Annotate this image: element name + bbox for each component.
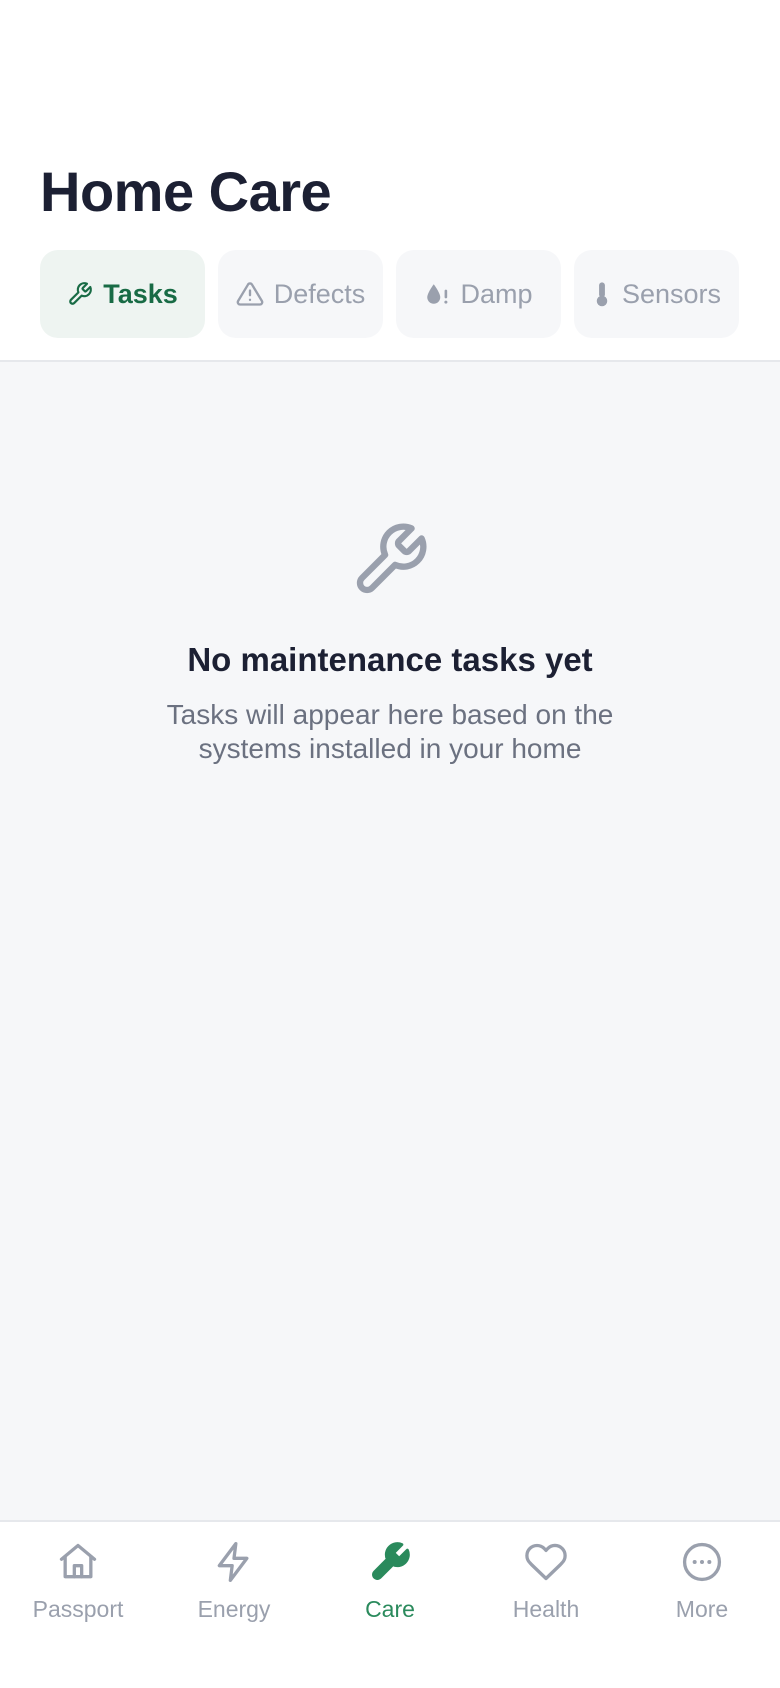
page-title: Home Care <box>40 160 332 223</box>
tab-damp[interactable]: Damp <box>396 250 561 338</box>
wrench-icon <box>67 281 93 307</box>
tab-label: Defects <box>273 278 366 309</box>
nav-item-energy[interactable]: Energy <box>156 1522 312 1688</box>
nav-label: Energy <box>197 1596 271 1622</box>
empty-state-title: No maintenance tasks yet <box>187 641 593 678</box>
empty-state-description: Tasks will appear here based on the syst… <box>166 699 614 764</box>
bottom-nav: Passport Energy Care Health More <box>0 1520 780 1688</box>
thermometer-icon <box>592 280 612 308</box>
heart-icon <box>524 1540 568 1584</box>
tab-bar: Tasks Defects Damp Sensors <box>40 250 739 338</box>
nav-label: More <box>675 1596 729 1622</box>
water-drop-icon <box>424 281 450 307</box>
empty-state: No maintenance tasks yet Tasks will appe… <box>0 520 780 766</box>
tab-defects[interactable]: Defects <box>218 250 383 338</box>
warning-triangle-icon <box>236 280 264 308</box>
wrench-icon <box>0 520 780 600</box>
tab-sensors[interactable]: Sensors <box>574 250 739 338</box>
tab-label: Sensors <box>621 278 722 309</box>
nav-label: Health <box>512 1596 580 1622</box>
nav-label: Passport <box>32 1596 124 1622</box>
nav-item-care[interactable]: Care <box>312 1522 468 1688</box>
wrench-icon <box>368 1540 412 1584</box>
home-icon <box>56 1540 100 1584</box>
nav-item-passport[interactable]: Passport <box>0 1522 156 1688</box>
nav-item-more[interactable]: More <box>624 1522 780 1688</box>
tab-label: Tasks <box>103 278 178 309</box>
tab-label: Damp <box>460 278 533 309</box>
more-circle-icon <box>680 1540 724 1584</box>
nav-label: Care <box>365 1596 415 1622</box>
tab-tasks[interactable]: Tasks <box>40 250 205 338</box>
nav-item-health[interactable]: Health <box>468 1522 624 1688</box>
app-header: Home Care Tasks Defects Damp Sensors <box>0 0 780 362</box>
lightning-icon <box>212 1540 256 1584</box>
